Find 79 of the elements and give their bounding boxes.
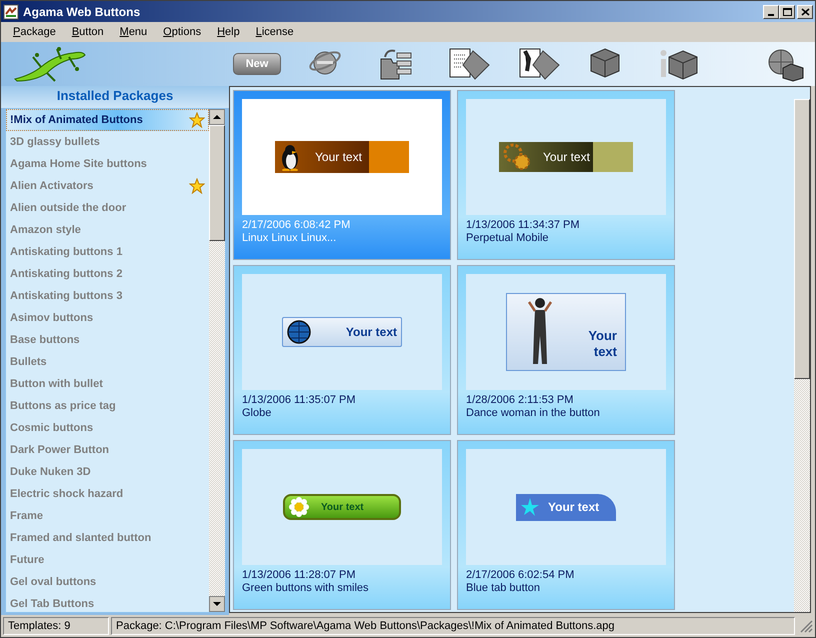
scroll-thumb[interactable] xyxy=(794,99,810,379)
window-title: Agama Web Buttons xyxy=(23,4,142,20)
menu-item[interactable]: Package xyxy=(5,22,64,42)
maximize-icon xyxy=(782,6,792,16)
template-name: Globe xyxy=(242,407,272,420)
gears-icon xyxy=(503,143,531,171)
template-name: Dance woman in the button xyxy=(466,407,601,420)
menu-item[interactable]: Help xyxy=(209,22,248,42)
template-date: 1/13/2006 11:35:07 PM xyxy=(242,394,357,407)
sidebar-item[interactable]: Bullets xyxy=(6,351,209,373)
minimize-icon xyxy=(768,14,774,16)
sidebar-item[interactable]: Antiskating buttons 2 xyxy=(6,263,209,285)
sidebar-item[interactable]: Antiskating buttons 3 xyxy=(6,285,209,307)
sidebar-item[interactable]: 3D glassy bullets xyxy=(6,131,209,153)
sidebar-item[interactable]: Framed and slanted button xyxy=(6,527,209,549)
preview-label: Your text xyxy=(543,149,590,166)
template-card[interactable]: Your text 1/28/2006 2:11:53 PM Dance woman in the button xyxy=(457,265,675,435)
menu-item[interactable]: License xyxy=(248,22,302,42)
status-text: Package: C:\Program Files\MP Software\Agama Web Buttons\Packages\!Mix of Animated Buttons.apg xyxy=(111,617,795,635)
scrollbar[interactable] xyxy=(794,99,810,612)
preview-label: Your text xyxy=(346,324,397,341)
sidebar-item[interactable]: Button with bullet xyxy=(6,373,209,395)
sidebar-item[interactable]: !Mix of Animated Buttons xyxy=(6,109,209,131)
sidebar-item[interactable]: Frame xyxy=(6,505,209,527)
sidebar-item[interactable]: Buttons as price tag xyxy=(6,395,209,417)
app-icon xyxy=(3,4,19,20)
close-button[interactable] xyxy=(797,4,813,18)
template-card[interactable]: Your text 1/13/2006 11:28:07 PM Green buttons with smiles xyxy=(233,440,451,610)
scrollbar[interactable] xyxy=(209,109,225,612)
globe-icon xyxy=(287,320,311,344)
template-name: Green buttons with smiles xyxy=(242,582,370,595)
minimize-button[interactable] xyxy=(763,4,779,18)
sidebar-item[interactable]: Electric shock hazard xyxy=(6,483,209,505)
flower-icon xyxy=(289,497,309,517)
lizard-logo-icon xyxy=(11,45,87,83)
template-card[interactable]: Your text 2/17/2006 6:02:54 PM Blue tab button xyxy=(457,440,675,610)
penguin-icon xyxy=(279,143,301,171)
sidebar-item[interactable]: Antiskating buttons 1 xyxy=(6,241,209,263)
scroll-thumb[interactable] xyxy=(209,125,225,241)
sidebar-item[interactable]: Gel oval buttons xyxy=(6,571,209,593)
sidebar-item[interactable]: Asimov buttons xyxy=(6,307,209,329)
template-date: 2/17/2006 6:02:54 PM xyxy=(466,569,576,582)
preview-label: Your text xyxy=(315,149,362,166)
menu-item[interactable]: Menu xyxy=(112,22,156,42)
status-text: Templates: 9 xyxy=(3,617,109,635)
template-date: 1/13/2006 11:34:37 PM xyxy=(466,219,581,232)
scroll-up-icon xyxy=(209,109,225,125)
menu-item[interactable]: Button xyxy=(64,22,112,42)
preview-label: Your text xyxy=(321,500,364,514)
new-button[interactable]: New xyxy=(233,53,281,75)
preview-label: Your text xyxy=(587,328,617,360)
star-icon xyxy=(189,178,205,194)
template-date: 1/13/2006 11:28:07 PM xyxy=(242,569,357,582)
sidebar-item[interactable]: Dark Power Button xyxy=(6,439,209,461)
sidebar-item[interactable]: Duke Nuken 3D xyxy=(6,461,209,483)
template-date: 2/17/2006 6:08:42 PM xyxy=(242,219,352,232)
sidebar-item[interactable]: Gel Tab Buttons xyxy=(6,593,209,615)
template-card[interactable]: Your text 2/17/2006 6:08:42 PM Linux Linux Linux... xyxy=(233,90,451,260)
star-icon xyxy=(189,112,205,128)
sidebar-item[interactable]: Base buttons xyxy=(6,329,209,351)
sidebar-item[interactable]: Alien Activators xyxy=(6,175,209,197)
template-date: 1/28/2006 2:11:53 PM xyxy=(466,394,574,407)
menu-item[interactable]: Options xyxy=(155,22,210,42)
maximize-button[interactable] xyxy=(779,4,795,18)
star-icon xyxy=(520,497,540,517)
template-name: Perpetual Mobile xyxy=(466,232,550,245)
close-icon xyxy=(800,6,810,16)
sidebar-item[interactable]: Agama Home Site buttons xyxy=(6,153,209,175)
scroll-down-icon xyxy=(209,596,225,612)
sidebar-item[interactable]: Alien outside the door xyxy=(6,197,209,219)
template-name: Linux Linux Linux... xyxy=(242,232,338,245)
sidebar-item[interactable]: Future xyxy=(6,549,209,571)
template-card[interactable]: Your text 1/13/2006 11:34:37 PM Perpetual Mobile xyxy=(457,90,675,260)
template-name: Blue tab button xyxy=(466,582,542,595)
panel-title: Installed Packages xyxy=(1,86,229,108)
sidebar-item[interactable]: Cosmic buttons xyxy=(6,417,209,439)
preview-label: Your text xyxy=(548,499,600,516)
sidebar-item[interactable]: Amazon style xyxy=(6,219,209,241)
template-card[interactable]: Your text 1/13/2006 11:35:07 PM Globe xyxy=(233,265,451,435)
